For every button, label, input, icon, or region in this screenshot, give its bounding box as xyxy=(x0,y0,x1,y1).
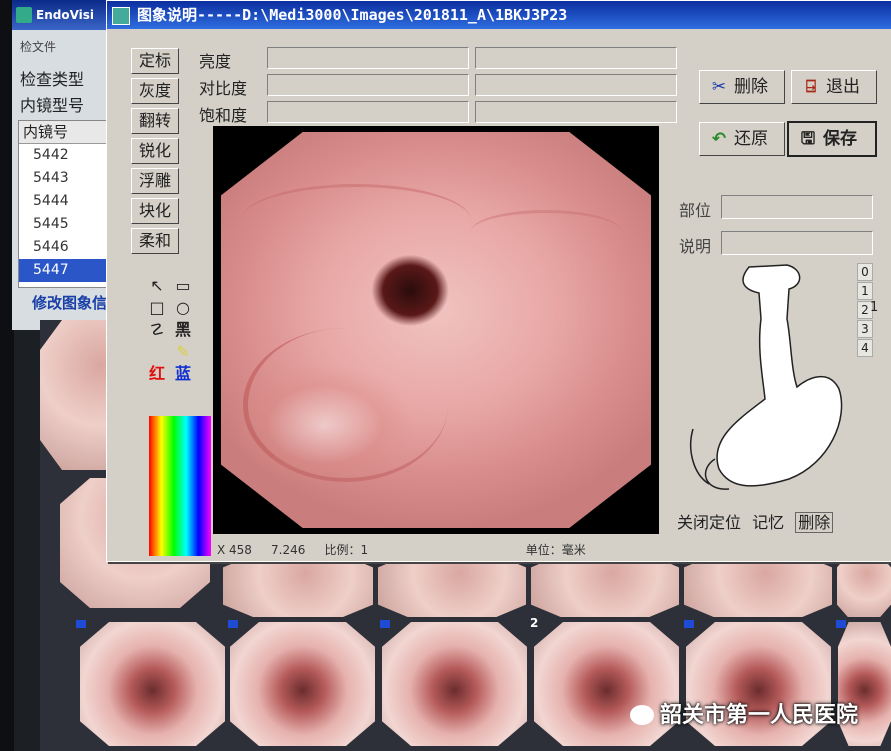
dialog-title: 图象说明-----D:\Medi3000\Images\201811_A\1BK… xyxy=(137,6,568,24)
color-palette[interactable] xyxy=(149,416,211,556)
contrast-label: 对比度 xyxy=(199,79,248,98)
exit-door-icon: ⍈ xyxy=(805,77,817,97)
remember-button[interactable]: 记忆 xyxy=(752,513,784,532)
lesion-outline xyxy=(243,328,448,482)
restore-button[interactable]: ↶ 还原 xyxy=(699,122,785,156)
thumbnail[interactable] xyxy=(684,555,832,617)
floppy-disk-icon: 🖫 xyxy=(800,129,816,149)
mucosal-fold xyxy=(241,184,471,257)
description-input[interactable] xyxy=(721,231,873,255)
blue-color-button[interactable]: 蓝 xyxy=(173,364,193,384)
image-description-dialog: 图象说明-----D:\Medi3000\Images\201811_A\1BK… xyxy=(106,0,891,562)
arrow-tool-icon[interactable]: ↖ xyxy=(147,276,167,296)
delete-button[interactable]: ✂ 删除 xyxy=(699,70,785,104)
right-edge-marker: 1 xyxy=(870,300,879,315)
cursor-x-readout: X 458 xyxy=(217,543,252,557)
thumbnail-marker xyxy=(380,620,390,628)
diagram-number[interactable]: 0 xyxy=(857,263,873,281)
rectangle-tool-icon[interactable]: □ xyxy=(147,298,167,318)
thumbnail[interactable] xyxy=(837,555,891,617)
mucosal-fold xyxy=(471,210,621,253)
pixelate-button[interactable]: 块化 xyxy=(131,198,179,224)
scale-readout: 比例：1 xyxy=(324,543,369,557)
endoscopy-image xyxy=(221,132,651,528)
close-locate-button[interactable]: 关闭定位 xyxy=(677,513,741,532)
diagram-number[interactable]: 3 xyxy=(857,320,873,338)
location-input[interactable] xyxy=(721,195,873,219)
exam-type-label: 检查类型 xyxy=(20,70,85,89)
brightness-label: 亮度 xyxy=(199,52,232,71)
rounded-rect-tool-icon[interactable]: ▭ xyxy=(173,276,193,296)
thumbnail[interactable] xyxy=(80,622,225,746)
exit-button[interactable]: ⍈ 退出 xyxy=(791,70,877,104)
saturation-slider[interactable] xyxy=(267,101,469,123)
contrast-slider[interactable] xyxy=(267,74,469,96)
save-button[interactable]: 🖫 保存 xyxy=(787,121,877,157)
brightness-slider-2[interactable] xyxy=(475,47,677,69)
thumbnail[interactable] xyxy=(531,555,679,617)
drawing-toolbox: ↖ ▭ □ ○ ☡ 黑 ✎ 红 蓝 xyxy=(143,276,199,396)
yellow-marker-icon[interactable]: ✎ xyxy=(173,342,193,362)
wechat-logo-icon xyxy=(630,705,654,725)
background-menu[interactable]: 检文件 xyxy=(20,38,56,55)
cursor-y-readout: 7.246 xyxy=(271,543,306,557)
red-color-button[interactable]: 红 xyxy=(147,364,167,384)
right-edge-panel: 1 xyxy=(870,300,891,315)
background-title: EndoVisi xyxy=(36,8,95,22)
calibrate-button[interactable]: 定标 xyxy=(131,48,179,74)
grayscale-button[interactable]: 灰度 xyxy=(131,78,179,104)
thumbnail-marker xyxy=(76,620,86,628)
sharpen-button[interactable]: 锐化 xyxy=(131,138,179,164)
soften-button[interactable]: 柔和 xyxy=(131,228,179,254)
main-image-viewer[interactable] xyxy=(213,126,659,534)
diagram-actions: 关闭定位 记忆 删除 xyxy=(677,509,839,533)
thumbnail[interactable] xyxy=(223,555,373,617)
app-icon xyxy=(16,7,32,23)
thumbnail[interactable] xyxy=(378,555,526,617)
undo-icon: ↶ xyxy=(711,129,727,149)
dialog-title-bar[interactable]: 图象说明-----D:\Medi3000\Images\201811_A\1BK… xyxy=(107,1,891,29)
thumbnail-marker xyxy=(684,620,694,628)
watermark: 韶关市第一人民医院 xyxy=(630,697,858,729)
emboss-button[interactable]: 浮雕 xyxy=(131,168,179,194)
stomach-diagram[interactable] xyxy=(679,259,859,497)
thumbnail[interactable] xyxy=(230,622,375,746)
diagram-delete-button[interactable]: 删除 xyxy=(795,512,834,533)
thumbnail-number: 2 xyxy=(530,616,539,630)
dialog-app-icon xyxy=(112,7,130,25)
contrast-slider-2[interactable] xyxy=(475,74,677,96)
location-label: 部位 xyxy=(679,201,712,220)
scissors-icon: ✂ xyxy=(711,77,727,97)
diagram-number[interactable]: 4 xyxy=(857,339,873,357)
freeform-tool-icon[interactable]: ☡ xyxy=(147,320,167,340)
thumbnail[interactable] xyxy=(382,622,527,746)
edit-image-info-link[interactable]: 修改图象信 xyxy=(32,292,107,313)
status-bar: X 458 7.246 比例：1 单位：毫米 xyxy=(217,541,586,558)
black-color-button[interactable]: 黑 xyxy=(173,320,193,340)
scope-model-label: 内镜型号 xyxy=(20,96,85,115)
circle-tool-icon[interactable]: ○ xyxy=(173,298,193,318)
diagram-number[interactable]: 1 xyxy=(857,282,873,300)
description-label: 说明 xyxy=(679,237,712,256)
brightness-slider[interactable] xyxy=(267,47,469,69)
saturation-label: 饱和度 xyxy=(199,106,248,125)
saturation-slider-2[interactable] xyxy=(475,101,677,123)
flip-button[interactable]: 翻转 xyxy=(131,108,179,134)
unit-readout: 单位：毫米 xyxy=(525,543,586,557)
thumbnail-marker xyxy=(836,620,846,628)
thumbnail-marker xyxy=(228,620,238,628)
